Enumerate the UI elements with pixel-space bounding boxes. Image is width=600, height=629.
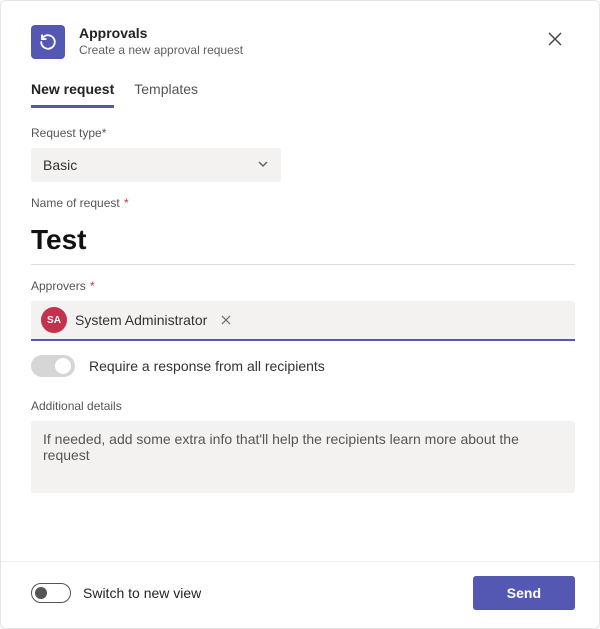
header-title: Approvals: [79, 25, 541, 41]
approvers-label: Approvers *: [31, 279, 575, 293]
dialog-footer: Switch to new view Send: [1, 561, 599, 628]
additional-details-input[interactable]: [31, 421, 575, 493]
approvals-dialog: Approvals Create a new approval request …: [0, 0, 600, 629]
switch-view-row: Switch to new view: [31, 583, 201, 603]
chevron-down-icon: [257, 157, 269, 173]
require-all-row: Require a response from all recipients: [31, 355, 575, 377]
request-type-value: Basic: [43, 157, 77, 173]
approver-chip-name: System Administrator: [75, 312, 207, 328]
required-star: *: [87, 279, 95, 293]
require-all-label: Require a response from all recipients: [89, 358, 325, 374]
header-text: Approvals Create a new approval request: [79, 25, 541, 57]
close-icon: [221, 315, 231, 325]
send-button[interactable]: Send: [473, 576, 575, 610]
approver-avatar: SA: [41, 307, 67, 333]
dialog-header: Approvals Create a new approval request: [1, 1, 599, 67]
approvers-input[interactable]: SA System Administrator: [31, 301, 575, 341]
name-label: Name of request *: [31, 196, 575, 210]
require-all-toggle[interactable]: [31, 355, 75, 377]
request-type-select[interactable]: Basic: [31, 148, 281, 182]
switch-view-toggle[interactable]: [31, 583, 71, 603]
switch-view-label: Switch to new view: [83, 585, 201, 601]
tab-bar: New request Templates: [1, 67, 599, 108]
close-icon: [548, 32, 562, 46]
approvals-app-icon: [31, 25, 65, 59]
tab-templates[interactable]: Templates: [134, 75, 198, 108]
request-name-input[interactable]: [31, 218, 575, 265]
close-button[interactable]: [541, 25, 569, 53]
header-subtitle: Create a new approval request: [79, 43, 541, 57]
form-scroll-area[interactable]: Request type* Basic Name of request * Ap…: [1, 108, 599, 561]
details-label: Additional details: [31, 399, 575, 413]
tab-new-request[interactable]: New request: [31, 75, 114, 108]
remove-approver-button[interactable]: [221, 312, 231, 328]
request-type-label: Request type*: [31, 126, 575, 140]
required-star: *: [121, 196, 129, 210]
